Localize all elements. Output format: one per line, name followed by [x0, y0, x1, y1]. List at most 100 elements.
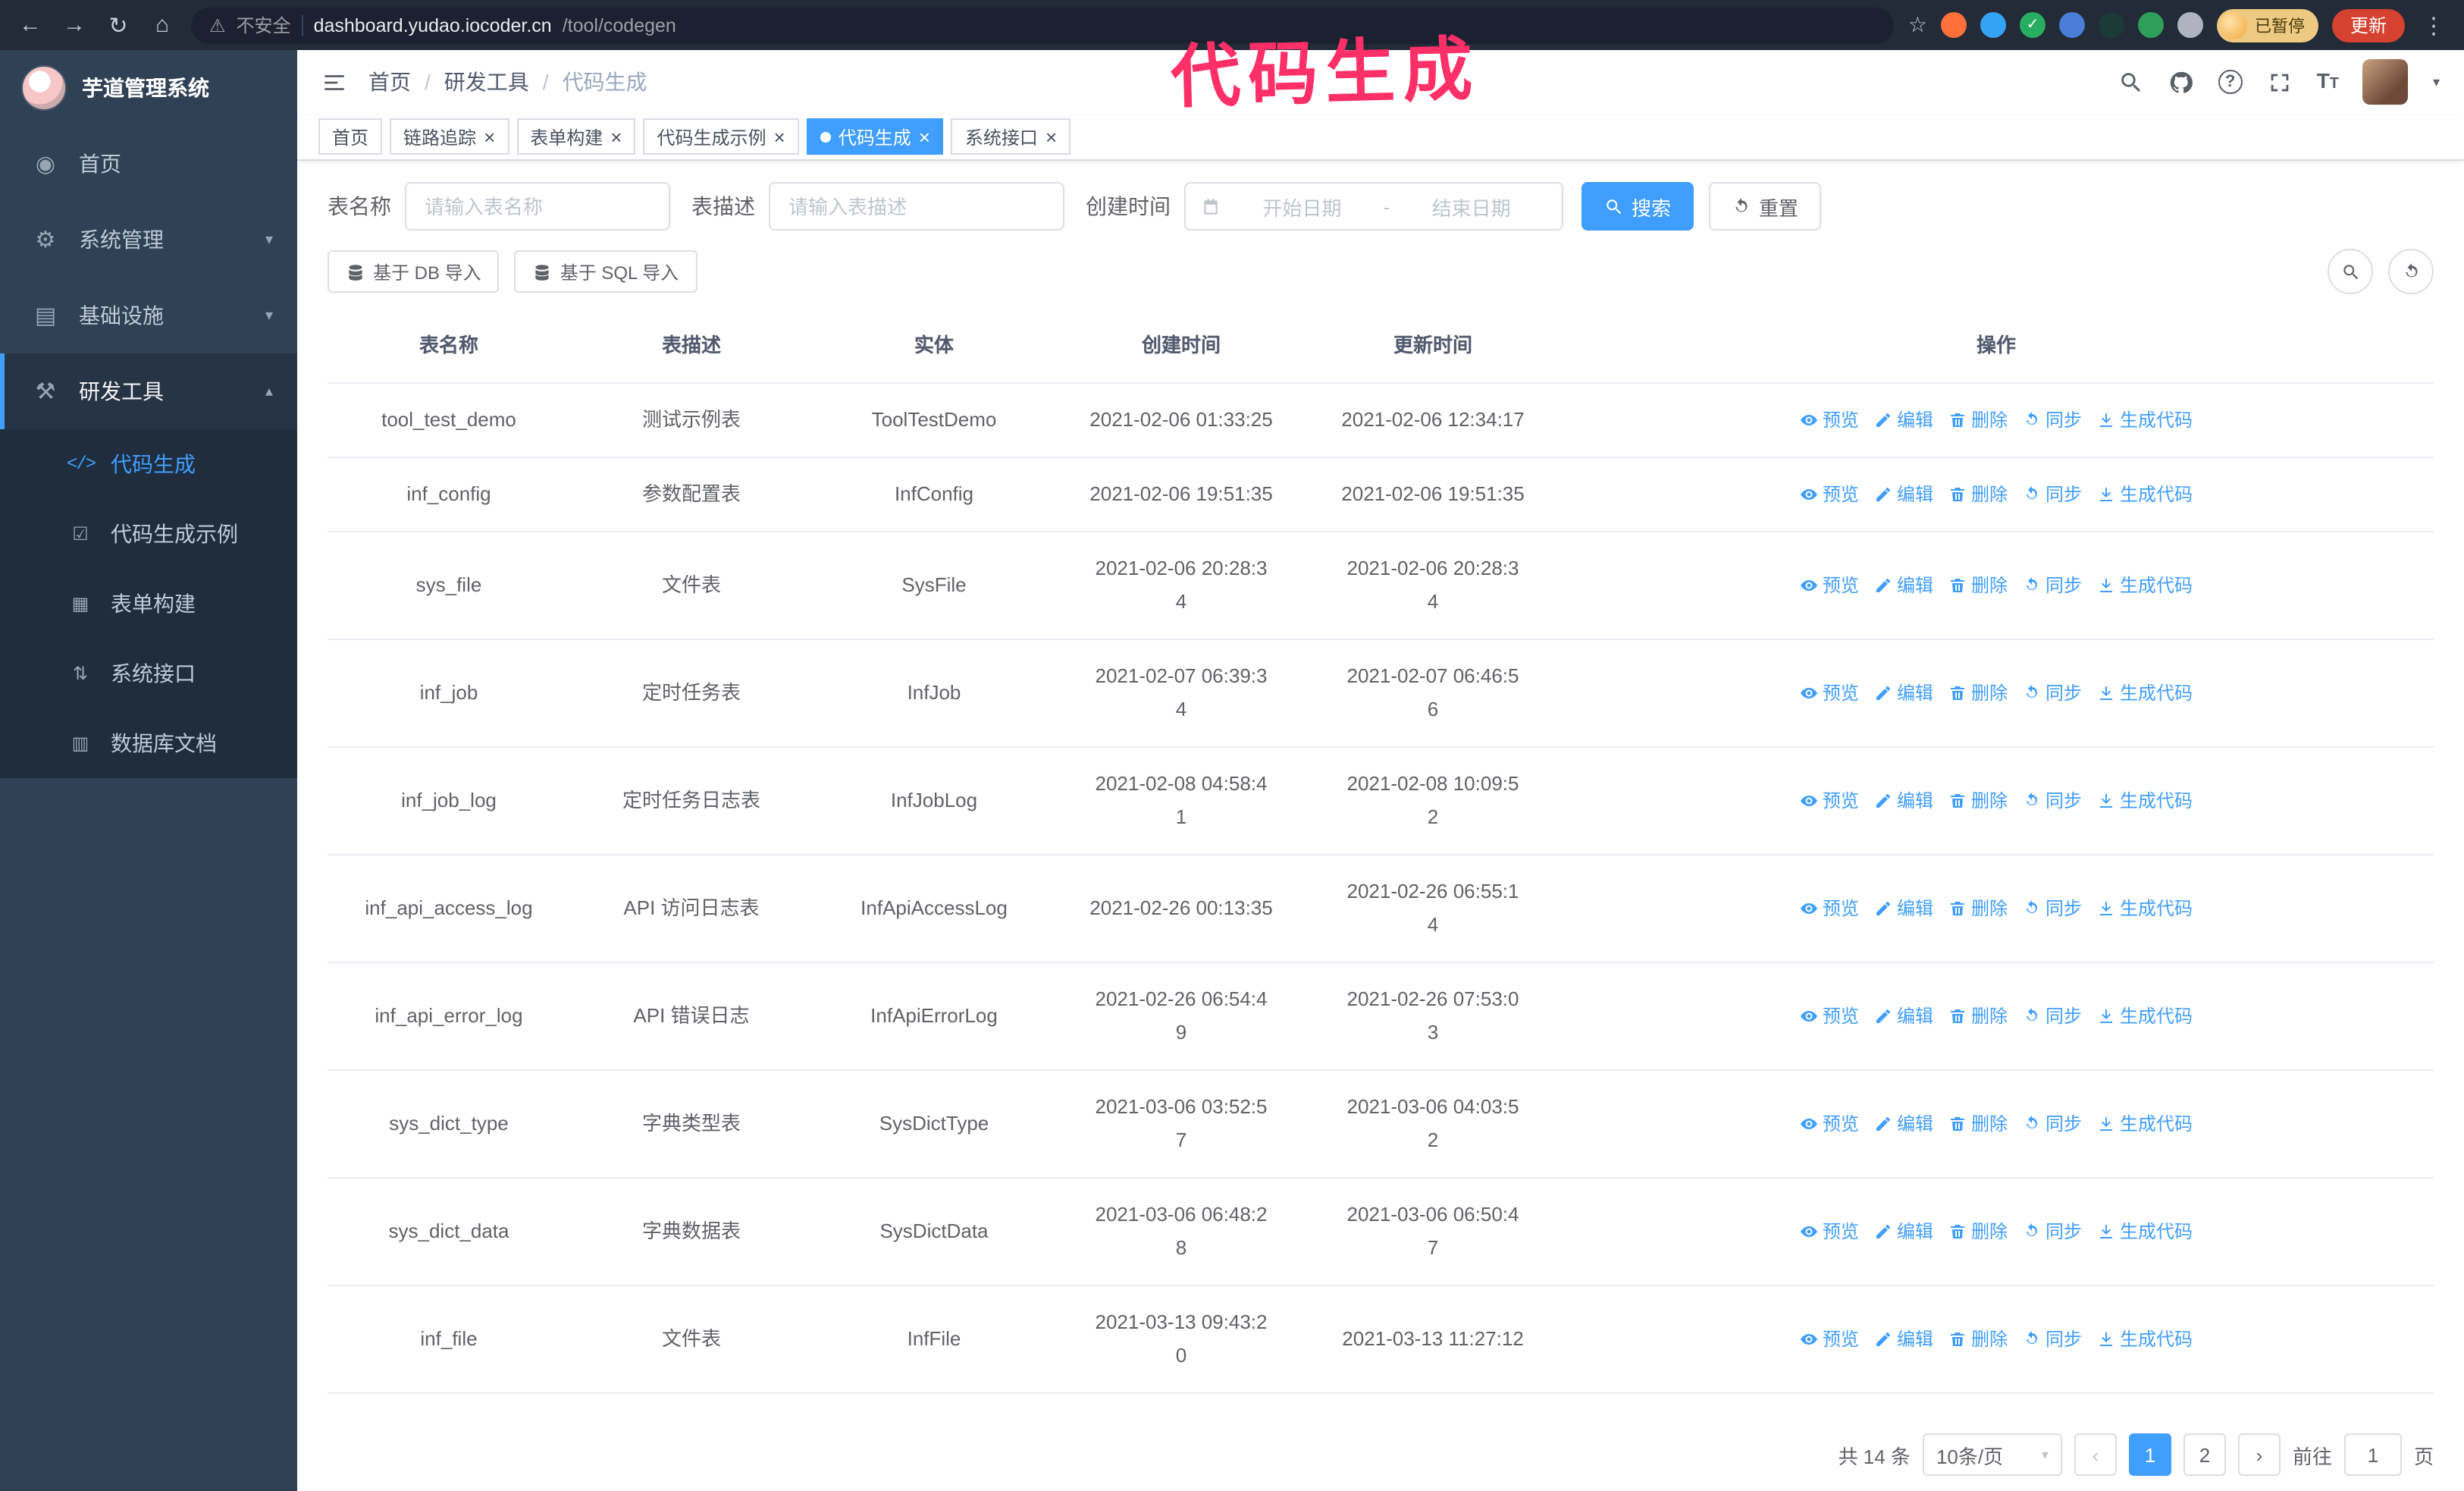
close-icon[interactable]: × — [484, 127, 495, 147]
browser-home-icon[interactable]: ⌂ — [147, 12, 177, 38]
edit-link[interactable]: 编辑 — [1874, 403, 1933, 437]
generate-code-link[interactable]: 生成代码 — [2097, 892, 2193, 925]
puzzle-extension-icon[interactable] — [2177, 12, 2203, 38]
sync-link[interactable]: 同步 — [2023, 784, 2082, 818]
search-icon[interactable] — [2118, 70, 2144, 96]
generate-code-link[interactable]: 生成代码 — [2097, 1107, 2193, 1141]
generate-code-link[interactable]: 生成代码 — [2097, 1000, 2193, 1033]
drop-extension-icon[interactable] — [1980, 12, 2006, 38]
delete-link[interactable]: 删除 — [1948, 1107, 2008, 1141]
goto-page-input[interactable] — [2343, 1433, 2402, 1476]
browser-back-icon[interactable]: ← — [15, 12, 45, 38]
sync-link[interactable]: 同步 — [2023, 403, 2082, 437]
sync-link[interactable]: 同步 — [2023, 1107, 2082, 1141]
delete-link[interactable]: 删除 — [1948, 478, 2008, 511]
font-size-icon[interactable]: TT — [2317, 69, 2339, 96]
preview-link[interactable]: 预览 — [1800, 676, 1859, 710]
delete-link[interactable]: 删除 — [1948, 403, 2008, 437]
delete-link[interactable]: 删除 — [1948, 1000, 2008, 1033]
sidebar-item-home[interactable]: ◉ 首页 — [0, 126, 297, 202]
sync-link[interactable]: 同步 — [2023, 569, 2082, 602]
tab-0[interactable]: 首页 — [318, 118, 383, 155]
edit-link[interactable]: 编辑 — [1874, 569, 1933, 602]
tab-3[interactable]: 代码生成示例 × — [643, 118, 799, 155]
next-page-button[interactable]: › — [2237, 1433, 2281, 1476]
delete-link[interactable]: 删除 — [1948, 569, 2008, 602]
sync-link[interactable]: 同步 — [2023, 1000, 2082, 1033]
import-db-button[interactable]: 基于 DB 导入 — [328, 250, 500, 293]
github-icon[interactable] — [2168, 70, 2194, 96]
breadcrumb-item[interactable]: 首页 — [368, 67, 411, 98]
preview-link[interactable]: 预览 — [1800, 569, 1859, 602]
sync-link[interactable]: 同步 — [2023, 1323, 2082, 1356]
generate-code-link[interactable]: 生成代码 — [2097, 676, 2193, 710]
sidebar-item-gear[interactable]: ⚙ 系统管理 ▾ — [0, 202, 297, 278]
submenu-item-form[interactable]: ▦ 表单构建 — [0, 569, 297, 639]
preview-link[interactable]: 预览 — [1800, 1323, 1859, 1356]
preview-link[interactable]: 预览 — [1800, 784, 1859, 818]
preview-link[interactable]: 预览 — [1800, 892, 1859, 925]
preview-link[interactable]: 预览 — [1800, 1107, 1859, 1141]
people-extension-icon[interactable] — [2058, 12, 2085, 38]
page-button-2[interactable]: 2 — [2183, 1433, 2226, 1476]
delete-link[interactable]: 删除 — [1948, 892, 2008, 925]
sync-link[interactable]: 同步 — [2023, 676, 2082, 710]
edit-link[interactable]: 编辑 — [1874, 478, 1933, 511]
generate-code-link[interactable]: 生成代码 — [2097, 784, 2193, 818]
preview-link[interactable]: 预览 — [1800, 403, 1859, 437]
submenu-item-example[interactable]: ☑ 代码生成示例 — [0, 499, 297, 569]
fox-extension-icon[interactable] — [1940, 12, 1967, 38]
check-extension-icon[interactable]: ✓ — [2019, 12, 2045, 38]
generate-code-link[interactable]: 生成代码 — [2097, 569, 2193, 602]
preview-link[interactable]: 预览 — [1800, 1215, 1859, 1248]
hamburger-icon[interactable] — [321, 70, 347, 96]
browser-profile-chip[interactable]: 已暂停 — [2216, 8, 2318, 42]
leaf-extension-icon[interactable] — [2137, 12, 2164, 38]
fullscreen-icon[interactable] — [2267, 70, 2293, 96]
browser-menu-icon[interactable]: ⋮ — [2419, 11, 2449, 39]
bookmark-star-icon[interactable]: ☆ — [1908, 12, 1927, 38]
edit-link[interactable]: 编辑 — [1874, 1107, 1933, 1141]
submenu-item-code[interactable]: </> 代码生成 — [0, 429, 297, 499]
import-sql-button[interactable]: 基于 SQL 导入 — [514, 250, 698, 293]
toggle-search-button[interactable] — [2328, 249, 2373, 294]
browser-update-button[interactable]: 更新 — [2331, 8, 2405, 42]
user-avatar[interactable] — [2362, 59, 2409, 105]
browser-forward-icon[interactable]: → — [59, 12, 89, 38]
generate-code-link[interactable]: 生成代码 — [2097, 1215, 2193, 1248]
edit-link[interactable]: 编辑 — [1874, 1215, 1933, 1248]
breadcrumb-item[interactable]: 研发工具 — [444, 67, 529, 98]
generate-code-link[interactable]: 生成代码 — [2097, 403, 2193, 437]
edit-link[interactable]: 编辑 — [1874, 892, 1933, 925]
preview-link[interactable]: 预览 — [1800, 1000, 1859, 1033]
generate-code-link[interactable]: 生成代码 — [2097, 478, 2193, 511]
table-desc-input[interactable] — [769, 182, 1064, 231]
prev-page-button[interactable]: ‹ — [2074, 1433, 2117, 1476]
page-button-1[interactable]: 1 — [2128, 1433, 2171, 1476]
app-logo[interactable]: 芋道管理系统 — [0, 50, 297, 126]
help-icon[interactable]: ? — [2218, 70, 2243, 95]
sync-link[interactable]: 同步 — [2023, 478, 2082, 511]
generate-code-link[interactable]: 生成代码 — [2097, 1323, 2193, 1356]
tab-2[interactable]: 表单构建 × — [516, 118, 636, 155]
table-name-input[interactable] — [405, 182, 670, 231]
preview-link[interactable]: 预览 — [1800, 478, 1859, 511]
delete-link[interactable]: 删除 — [1948, 784, 2008, 818]
tab-1[interactable]: 链路追踪 × — [390, 118, 509, 155]
sync-link[interactable]: 同步 — [2023, 1215, 2082, 1248]
search-button[interactable]: 搜索 — [1582, 182, 1694, 231]
close-icon[interactable]: × — [610, 127, 622, 147]
close-icon[interactable]: × — [919, 127, 930, 147]
edit-link[interactable]: 编辑 — [1874, 676, 1933, 710]
close-icon[interactable]: × — [774, 127, 785, 147]
edit-link[interactable]: 编辑 — [1874, 1000, 1933, 1033]
dark-extension-icon[interactable] — [2098, 12, 2124, 38]
sidebar-item-tools[interactable]: ⚒ 研发工具 ▴ — [0, 353, 297, 429]
browser-reload-icon[interactable]: ↻ — [103, 11, 133, 39]
reset-button[interactable]: 重置 — [1709, 182, 1822, 231]
sidebar-item-infra[interactable]: ▤ 基础设施 ▾ — [0, 278, 297, 353]
page-size-select[interactable]: 10条/页 ▾ — [1922, 1433, 2062, 1476]
address-bar[interactable]: ⚠ 不安全 dashboard.yudao.iocoder.cn/tool/co… — [191, 7, 1895, 43]
edit-link[interactable]: 编辑 — [1874, 784, 1933, 818]
create-time-range-picker[interactable]: 开始日期 - 结束日期 — [1184, 182, 1563, 231]
